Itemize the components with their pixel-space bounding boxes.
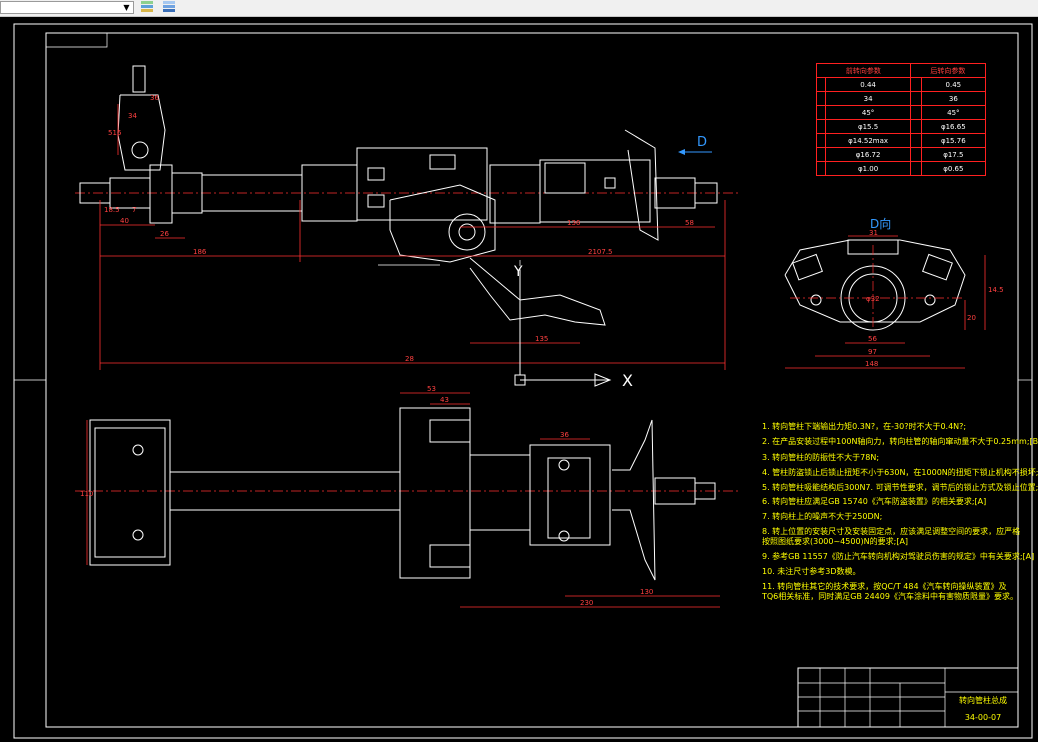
- tech-note-5: 5. 转向管柱吸能结构后300N7. 可调节性要求，调节后的锁止方式及锁止位置;: [762, 483, 1038, 492]
- top-view-dimensions: 186 2107.5 28 40 26 136 58 135 18.5 7 51…: [99, 94, 726, 370]
- drawing-name: 转向管柱总成: [959, 696, 1007, 705]
- param-value: 0.45: [920, 77, 987, 92]
- param-key: [815, 105, 827, 120]
- param-value: 36: [920, 91, 987, 106]
- dim-26: 26: [160, 230, 169, 238]
- param-value: φ14.52max: [825, 133, 911, 148]
- tech-note-8: 8. 转上位置的安装尺寸及安装固定点，应该满足调整空间的要求，应严格按照图纸要求…: [762, 527, 1021, 546]
- view-d-arrow-label: D: [697, 135, 707, 150]
- tech-note-10: 10. 未注尺寸参考3D数模。: [762, 567, 861, 576]
- detail-dim-56: 56: [868, 335, 877, 343]
- tech-note-3: 3. 转向管柱的防振性不大于78N;: [762, 453, 880, 462]
- ucs-icon: X Y: [513, 264, 633, 390]
- bottom-dim-110: 110: [80, 490, 93, 498]
- dim-36: 34: [128, 112, 137, 120]
- dim-7: 7: [132, 206, 136, 214]
- param-key: [815, 91, 827, 106]
- corner-box: [46, 33, 108, 48]
- param-header-front: 前转向参数: [816, 63, 911, 78]
- tech-note-7: 7. 转向柱上的噪声不大于250DN;: [762, 512, 883, 521]
- param-value: 45°: [825, 105, 911, 120]
- param-value: φ15.5: [825, 119, 911, 134]
- bottom-dim-43: 43: [440, 396, 449, 404]
- param-key: [909, 161, 922, 176]
- detail-dim-97: 97: [868, 348, 877, 356]
- detail-view-d: D向 31 φ32 56 97 148 14.5 20: [784, 216, 1004, 369]
- axis-y-label: Y: [513, 264, 523, 280]
- param-value: φ17.5: [920, 147, 987, 162]
- tech-note-11: 11. 转向管柱其它的技术要求，按QC/T 484《汽车转向操纵装置》及TQ6相…: [762, 582, 1018, 601]
- dim-136: 136: [567, 219, 581, 227]
- param-key: [909, 91, 922, 106]
- drawing-canvas[interactable]: 186 2107.5 28 40 26 136 58 135 18.5 7 51…: [0, 17, 1038, 742]
- chevron-down-icon[interactable]: ▼: [121, 3, 132, 12]
- dim-516: 28: [405, 355, 414, 363]
- drawing-code: 34-00-07: [964, 713, 1002, 722]
- detail-dim-14-5: 14.5: [988, 286, 1004, 294]
- bottom-dim-53: 53: [427, 385, 436, 393]
- bottom-dim-130: 130: [640, 588, 653, 596]
- top-view-assembly: [75, 65, 740, 370]
- param-key: [909, 133, 922, 148]
- param-value: φ0.65: [920, 161, 987, 176]
- param-key: [909, 119, 922, 134]
- dim-58: 58: [685, 219, 694, 227]
- param-key: [815, 119, 827, 134]
- bottom-dim-36: 36: [560, 431, 569, 439]
- tech-note-2: 2. 在产品安装过程中100N轴向力，转向柱管的轴向窜动量不大于0.25mm;[…: [762, 437, 1038, 446]
- dim-28: 36: [150, 94, 159, 102]
- tech-note-6: 6. 转向管柱应满足GB 15740《汽车防盗装置》的相关要求;[A]: [762, 497, 987, 506]
- layer-properties-icon[interactable]: [160, 0, 178, 16]
- detail-dim-20: 20: [967, 314, 976, 322]
- dim-40: 40: [120, 217, 129, 225]
- param-value: 0.44: [825, 77, 911, 92]
- bottom-view-assembly: 53 43 36 230 130 110: [75, 385, 740, 608]
- param-value: 45°: [920, 105, 987, 120]
- axis-x-label: X: [622, 371, 633, 390]
- bottom-dim-230: 230: [580, 599, 593, 607]
- param-value: φ15.76: [920, 133, 987, 148]
- param-key: [815, 77, 827, 92]
- param-value: φ16.72: [825, 147, 911, 162]
- param-header-rear: 后转向参数: [909, 63, 987, 78]
- param-key: [815, 147, 827, 162]
- param-value: φ16.65: [920, 119, 987, 134]
- param-value: 34: [825, 91, 911, 106]
- dim-18-5: 18.5: [104, 206, 120, 214]
- dim-34: 516: [108, 129, 122, 137]
- param-value: φ1.00: [825, 161, 911, 176]
- tech-note-1: 1. 转向管柱下端输出力矩0.3N?，在-30?时不大于0.4N?;: [762, 422, 967, 431]
- param-key: [909, 147, 922, 162]
- param-key: [815, 133, 827, 148]
- detail-dim-148: 148: [865, 360, 878, 368]
- param-key: [909, 105, 922, 120]
- dim-2107: 2107.5: [588, 248, 613, 256]
- layer-dropdown[interactable]: ▼: [0, 1, 134, 14]
- steering-parameter-table: 前转向参数 后转向参数 0.44 0.45 34 36 45° 45° φ15.5 φ1…: [815, 63, 987, 176]
- tech-note-9: 9. 参考GB 11557《防止汽车转向机构对驾驶员伤害的规定》中有关要求;[A…: [762, 552, 1035, 561]
- param-key: [815, 161, 827, 176]
- cad-toolbar: ▼: [0, 0, 1038, 17]
- dim-186: 186: [193, 248, 207, 256]
- param-key: [909, 77, 922, 92]
- detail-dim-31: 31: [869, 229, 878, 237]
- dim-135: 135: [535, 335, 548, 343]
- layer-states-icon[interactable]: [138, 0, 156, 16]
- detail-dim-phi32: φ32: [866, 295, 880, 303]
- tech-note-4: 4. 管柱防盗锁止后锁止扭矩不小于630N，在1000N的扭矩下锁止机构不损坏;: [762, 468, 1038, 477]
